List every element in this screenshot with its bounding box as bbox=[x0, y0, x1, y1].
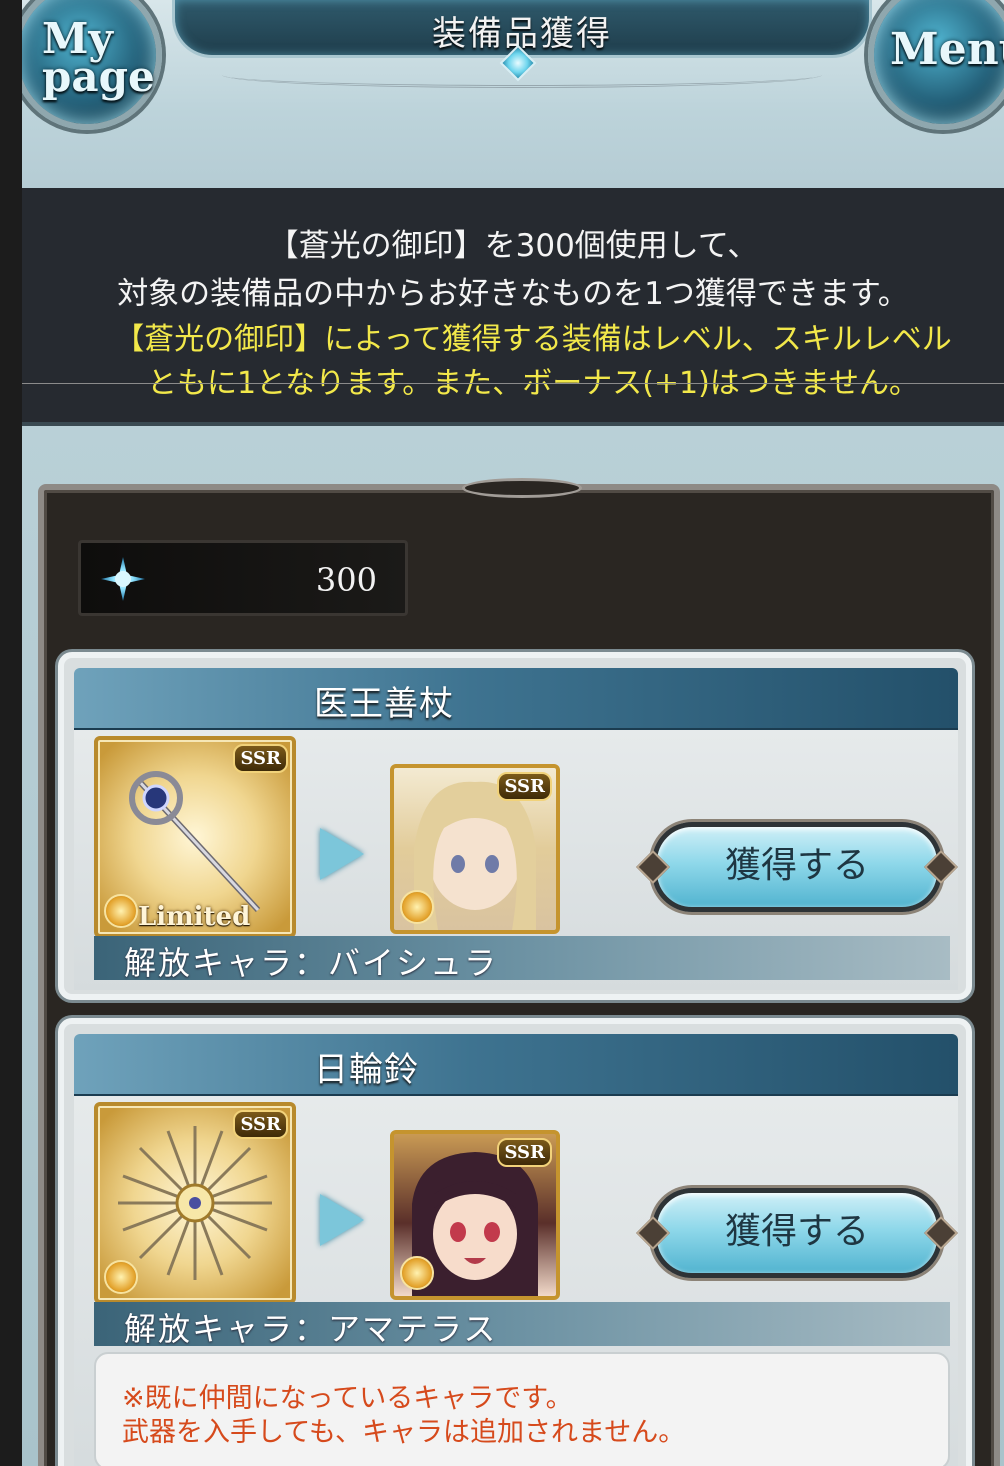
release-character-text: 解放キャラ：アマテラス bbox=[124, 1310, 498, 1348]
release-character-row: 解放キャラ：アマテラス bbox=[94, 1302, 950, 1348]
header: 装備品獲得 My page Menu bbox=[22, 0, 1004, 188]
notice-line-4: ともに1となります。また、ボーナス(+1)はつきません。 bbox=[147, 366, 919, 401]
item-card: 日輪鈴 SSR SSR 獲得する 解放キャラ：アマテラス ※既に仲間になっている… bbox=[58, 1018, 972, 1466]
blue-star-crystal-icon bbox=[101, 557, 145, 601]
my-page-label: My page bbox=[42, 14, 155, 101]
notice-box: 【蒼光の御印】を300個使用して、 対象の装備品の中からお好きなものを1つ獲得で… bbox=[22, 188, 1004, 426]
item-body: SSR SSR 獲得する 解放キャラ：アマテラス ※既に仲間になっているキャラで… bbox=[74, 1096, 958, 1466]
item-header: 医王善杖 bbox=[74, 668, 958, 730]
item-name: 日輪鈴 bbox=[314, 1050, 419, 1090]
panel-ornament bbox=[462, 478, 582, 498]
element-icon bbox=[104, 894, 138, 928]
obtain-button[interactable]: 獲得する bbox=[652, 822, 942, 912]
release-character-text: 解放キャラ：バイシュラ bbox=[124, 944, 499, 982]
item-body: SSR Limited SSR 獲得する 解放キャラ：バイシュラ bbox=[74, 730, 958, 990]
character-portrait[interactable]: SSR bbox=[390, 764, 560, 934]
notice-line-1: 【蒼光の御印】を300個使用して、 bbox=[267, 228, 759, 264]
warning-line-2: 武器を入手しても、キャラは追加されません。 bbox=[122, 1417, 686, 1448]
divider-line bbox=[22, 383, 1004, 384]
left-edge-strip bbox=[0, 0, 22, 1466]
release-character-row: 解放キャラ：バイシュラ bbox=[94, 936, 950, 982]
element-icon bbox=[400, 890, 434, 924]
warning-box: ※既に仲間になっているキャラです。 武器を入手しても、キャラは追加されません。 bbox=[94, 1352, 950, 1466]
app-frame: 装備品獲得 My page Menu 【蒼光の御印】を300個使用して、 対象の… bbox=[22, 0, 1004, 1466]
arrow-right-icon bbox=[320, 1194, 364, 1246]
ssr-badge: SSR bbox=[497, 1138, 552, 1167]
currency-value: 300 bbox=[315, 561, 377, 599]
notice-line-2: 対象の装備品の中からお好きなものを1つ獲得できます。 bbox=[117, 276, 909, 312]
item-name: 医王善杖 bbox=[314, 684, 454, 724]
currency-counter: 300 bbox=[78, 540, 408, 616]
item-card: 医王善杖 SSR Limited SSR 獲得する 解放キャラ：バイシュラ bbox=[58, 652, 972, 1000]
ssr-badge: SSR bbox=[233, 744, 288, 773]
item-header: 日輪鈴 bbox=[74, 1034, 958, 1096]
element-icon bbox=[104, 1260, 138, 1294]
weapon-thumbnail[interactable]: SSR bbox=[94, 1102, 296, 1304]
element-icon bbox=[400, 1256, 434, 1290]
ssr-badge: SSR bbox=[497, 772, 552, 801]
my-page-button[interactable]: My page bbox=[22, 0, 162, 130]
character-portrait[interactable]: SSR bbox=[390, 1130, 560, 1300]
ssr-badge: SSR bbox=[233, 1110, 288, 1139]
arrow-right-icon bbox=[320, 828, 364, 880]
notice-line-3: 【蒼光の御印】によって獲得する装備はレベル、スキルレベル bbox=[114, 322, 952, 357]
obtain-button[interactable]: 獲得する bbox=[652, 1188, 942, 1278]
limited-label: Limited bbox=[138, 902, 251, 932]
weapon-thumbnail[interactable]: SSR Limited bbox=[94, 736, 296, 938]
menu-label: Menu bbox=[890, 24, 1004, 75]
menu-button[interactable]: Menu bbox=[868, 0, 1004, 130]
